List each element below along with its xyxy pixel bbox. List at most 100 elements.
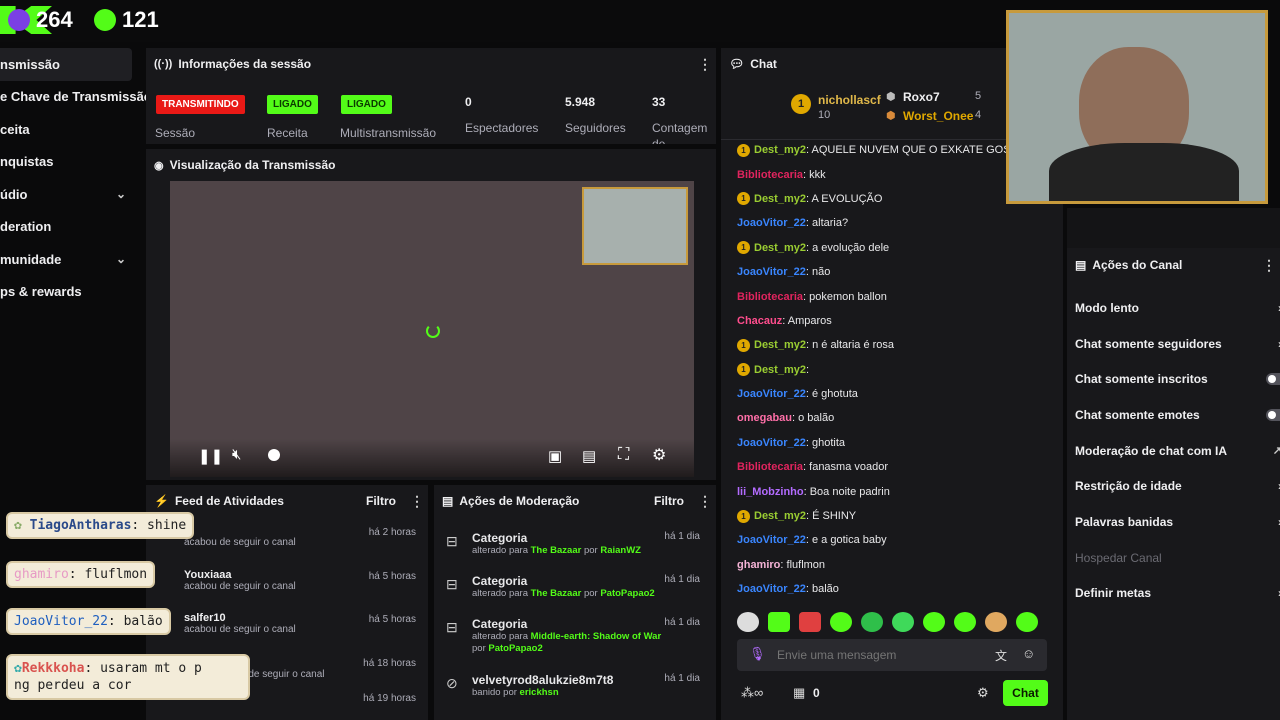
chat-username[interactable]: Dest_my2 — [754, 193, 806, 205]
emote-icon[interactable] — [954, 612, 976, 632]
emote-icon[interactable] — [861, 612, 883, 632]
top-overlay-bar: 264 121 — [0, 0, 1000, 42]
followers-only-item[interactable]: Chat somente seguidores› — [1067, 326, 1280, 362]
sidebar-item-receita[interactable]: ceita — [0, 113, 140, 146]
banned-words-item[interactable]: Palavras banidas› — [1067, 504, 1280, 540]
chat-text: : ghotita — [805, 436, 846, 449]
chat-username[interactable]: Bibliotecaria — [737, 291, 803, 303]
chat-username[interactable]: Chacauz — [737, 315, 782, 327]
emote-icon[interactable] — [830, 612, 852, 632]
sidebar-item-moderation[interactable]: deration — [0, 211, 140, 244]
chat-username[interactable]: Dest_my2 — [754, 144, 806, 156]
chat-username[interactable]: JoaoVitor_22 — [737, 266, 806, 278]
chat-username[interactable]: Dest_my2 — [754, 364, 806, 376]
loading-spinner-icon — [426, 324, 440, 338]
chat-username[interactable]: Dest_my2 — [754, 510, 806, 522]
rank-one-icon: 1 — [791, 94, 811, 114]
chat-username[interactable]: JoaoVitor_22 — [737, 437, 806, 449]
chat-message: JoaoVitor_22: não — [737, 260, 1063, 284]
theater-icon[interactable]: ▤ — [582, 447, 596, 465]
sidebar-item-conquistas[interactable]: nquistas — [0, 146, 140, 179]
viewers-icon — [8, 9, 30, 31]
live-badge: TRANSMITINDO — [156, 95, 245, 114]
chat-username[interactable]: JoaoVitor_22 — [737, 583, 806, 595]
ai-moderation-item[interactable]: Moderação de chat com IA ↗ — [1067, 433, 1280, 469]
viewer-count: 264 — [8, 7, 73, 33]
followers-icon — [94, 9, 116, 31]
channel-actions-list: Modo lento› Chat somente seguidores› Cha… — [1067, 290, 1280, 611]
chat-input-box[interactable]: 🎙︎ 文 ☺ — [737, 639, 1047, 671]
microphone-icon[interactable]: 🎙︎ — [749, 646, 766, 662]
moderation-filter-button[interactable]: Filtro — [654, 494, 684, 508]
emote-icon[interactable] — [923, 612, 945, 632]
chat-text: : não — [805, 266, 831, 279]
set-goals-item[interactable]: Definir metas› — [1067, 576, 1280, 612]
emote-icon[interactable] — [768, 612, 790, 632]
chat-username[interactable]: Dest_my2 — [754, 242, 806, 254]
sidebar-item-drops[interactable]: ps & rewards — [0, 276, 140, 309]
feed-filter-button[interactable]: Filtro — [366, 494, 396, 508]
chat-username[interactable]: JoaoVitor_22 — [737, 388, 806, 400]
chat-username[interactable]: JoaoVitor_22 — [737, 534, 806, 546]
leader-third-name[interactable]: Worst_Onee — [903, 109, 973, 123]
sidebar-item-comunidade[interactable]: munidade ⌄ — [0, 243, 140, 276]
subscriber-badge-icon: 1 — [737, 363, 750, 377]
mute-icon[interactable]: 🔇︎ — [232, 446, 241, 463]
chat-username[interactable]: lii_Mobzinho — [737, 486, 804, 498]
chat-username[interactable]: Bibliotecaria — [737, 461, 803, 473]
chat-message: JoaoVitor_22: é ghotuta — [737, 382, 1063, 406]
subscribers-only-item[interactable]: Chat somente inscritos — [1067, 361, 1280, 397]
leader-top-name[interactable]: nichollascf — [818, 93, 881, 107]
emote-icon[interactable] — [985, 612, 1007, 632]
fullscreen-icon[interactable]: ⛶ — [618, 446, 629, 464]
chat-username[interactable]: JoaoVitor_22 — [737, 217, 806, 229]
chat-username[interactable]: Dest_my2 — [754, 339, 806, 351]
pause-icon[interactable]: ❚❚ — [198, 447, 223, 465]
subscribers-only-toggle[interactable] — [1266, 373, 1280, 386]
points-count: 0 — [813, 686, 820, 700]
emoji-icon[interactable]: ☺ — [1022, 646, 1035, 661]
emote-icon[interactable] — [737, 612, 759, 632]
bolt-icon: ⚡ — [154, 494, 169, 508]
revenue-badge: LIGADO — [267, 95, 318, 114]
overlay-chat-bubble: ghamiro: fluflmon — [6, 561, 156, 588]
slow-mode-item[interactable]: Modo lento› — [1067, 290, 1280, 326]
emotes-only-item[interactable]: Chat somente emotes — [1067, 397, 1280, 433]
more-icon[interactable]: ⋮ — [1262, 257, 1276, 274]
age-restriction-item[interactable]: Restrição de idade› — [1067, 468, 1280, 504]
subscriber-badge-icon: 1 — [737, 241, 750, 255]
chat-input[interactable] — [777, 639, 977, 671]
broadcast-icon: ((·)) — [154, 58, 173, 70]
more-icon[interactable]: ⋮ — [698, 493, 712, 510]
settings-gear-icon[interactable]: ⚙ — [652, 445, 666, 465]
emote-icon[interactable] — [799, 612, 821, 632]
translate-icon[interactable]: 文 — [995, 647, 1007, 664]
volume-slider-handle[interactable] — [268, 449, 280, 461]
chat-text: : fanasma voador — [803, 461, 889, 474]
followers-value: 5.948 — [565, 95, 596, 109]
video-player[interactable]: ❚❚ 🔇︎ ▣ ▤ ⛶ ⚙ — [170, 181, 694, 477]
chat-username[interactable]: omegabau — [737, 412, 792, 424]
points-icon: ▦ — [793, 685, 806, 700]
send-chat-button[interactable]: Chat — [1003, 680, 1048, 706]
chat-text: : É SHINY — [805, 510, 857, 523]
infinity-icon[interactable]: ⁂∞ — [741, 685, 763, 701]
more-icon[interactable]: ⋮ — [410, 493, 424, 510]
emote-icon[interactable] — [892, 612, 914, 632]
rank-three-icon: ⬢ — [886, 110, 896, 122]
sidebar-item-transmissao[interactable]: nsmissão — [0, 48, 132, 81]
more-icon[interactable]: ⋮ — [698, 56, 712, 73]
chat-text: : a evolução dele — [805, 241, 890, 254]
rank-two-icon: ⬢ — [886, 91, 896, 103]
chat-username[interactable]: Bibliotecaria — [737, 169, 803, 181]
emotes-only-toggle[interactable] — [1266, 408, 1280, 421]
chat-settings-icon[interactable]: ⚙ — [977, 685, 989, 701]
pip-icon[interactable]: ▣ — [548, 447, 562, 465]
sidebar-item-chave[interactable]: e Chave de Transmissão — [0, 81, 152, 114]
chat-message: 1 Dest_my2: a evolução dele — [737, 236, 1063, 260]
sidebar-item-audio[interactable]: údio ⌄ — [0, 178, 140, 211]
chat-username[interactable]: ghamiro — [737, 559, 780, 571]
followers-label: Seguidores — [565, 121, 626, 135]
emote-icon[interactable] — [1016, 612, 1038, 632]
leader-second-name[interactable]: Roxo7 — [903, 90, 940, 104]
